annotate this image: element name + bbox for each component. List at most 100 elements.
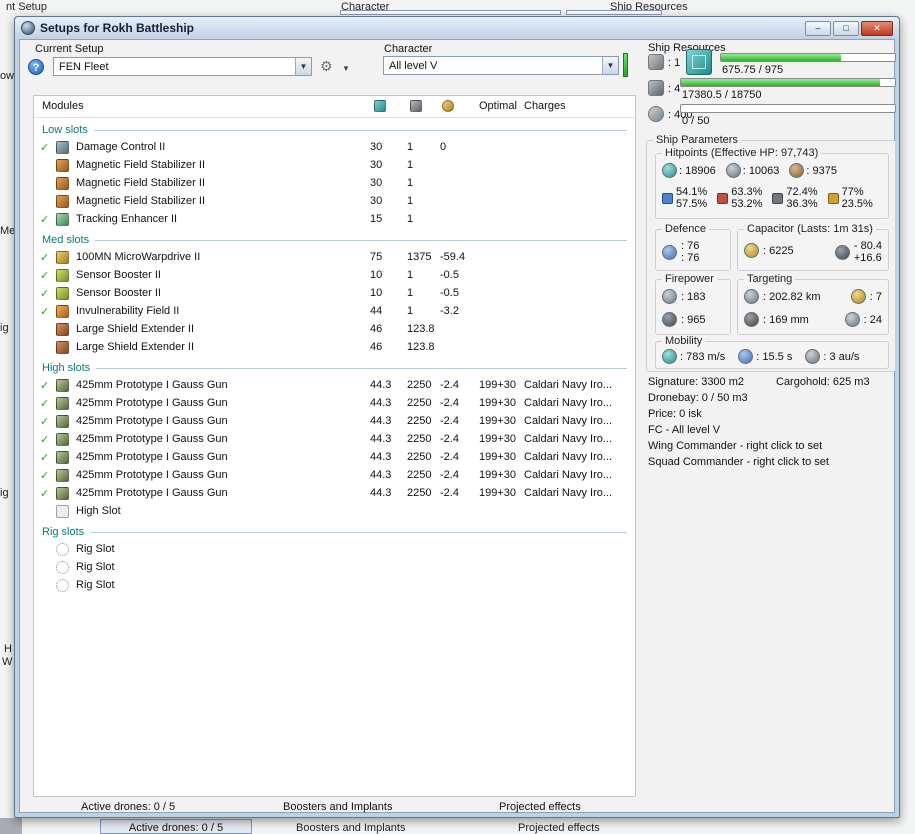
module-row[interactable]: Large Shield Extender II 46 123.8 xyxy=(34,338,635,356)
module-cpu: 44.3 xyxy=(370,415,392,427)
module-row[interactable]: ✓ 425mm Prototype I Gauss Gun 44.3 2250 -2.4… xyxy=(34,376,635,394)
module-row[interactable]: Rig Slot xyxy=(34,576,635,594)
module-cpu: 30 xyxy=(370,159,383,171)
turret-hardpoint-icon xyxy=(648,54,664,70)
chevron-down-icon[interactable]: ▼ xyxy=(295,58,311,75)
hybrid-turret-icon xyxy=(56,414,69,428)
close-button[interactable]: ✕ xyxy=(861,20,893,36)
fc-text[interactable]: FC - All level V xyxy=(648,424,720,436)
module-row[interactable]: ✓ Damage Control II 30 1 0 xyxy=(34,138,635,156)
module-powergrid: 1 xyxy=(407,141,414,153)
launcher-hardpoint-icon xyxy=(648,80,664,96)
section-title: High slots xyxy=(42,362,91,374)
hybrid-turret-icon xyxy=(56,432,69,446)
chevron-down-icon[interactable]: ▼ xyxy=(602,57,618,74)
thermal-resist-icon xyxy=(717,192,729,204)
current-setup-combobox[interactable]: FEN Fleet ▼ xyxy=(53,57,312,76)
cpu-column-icon xyxy=(374,100,386,112)
section-header-high: High slots xyxy=(34,356,635,376)
sensor-strength: : 24 xyxy=(863,313,882,326)
calibration-bar xyxy=(680,104,896,113)
module-cap-use: -0.5 xyxy=(440,287,459,299)
module-row[interactable]: Magnetic Field Stabilizer II 30 1 xyxy=(34,192,635,210)
section-rule xyxy=(93,129,627,131)
character-combobox[interactable]: All level V ▼ xyxy=(383,56,619,75)
module-cpu: 44.3 xyxy=(370,469,392,481)
module-row[interactable]: ✓ Invulnerability Field II 44 1 -3.2 xyxy=(34,302,635,320)
module-powergrid: 1 xyxy=(407,177,414,189)
module-active-check-icon: ✓ xyxy=(40,415,50,428)
module-row[interactable]: Large Shield Extender II 46 123.8 xyxy=(34,320,635,338)
powergrid-bar xyxy=(680,78,896,87)
tab-projected-effects[interactable]: Projected effects xyxy=(499,801,581,813)
module-powergrid: 2250 xyxy=(407,397,432,409)
module-row[interactable]: ✓ 425mm Prototype I Gauss Gun 44.3 2250 -2.4… xyxy=(34,394,635,412)
tab-boosters-implants[interactable]: Boosters and Implants xyxy=(283,801,392,813)
character-skill-indicator xyxy=(623,53,628,77)
module-row[interactable]: ✓ Sensor Booster II 10 1 -0.5 xyxy=(34,284,635,302)
module-powergrid: 1 xyxy=(407,305,414,317)
volley-icon xyxy=(662,312,677,327)
module-row[interactable]: ✓ 100MN MicroWarpdrive II 75 1375 -59.4 xyxy=(34,248,635,266)
module-row[interactable]: Rig Slot xyxy=(34,558,635,576)
module-row[interactable]: ✓ 425mm Prototype I Gauss Gun 44.3 2250 -2.4… xyxy=(34,466,635,484)
module-powergrid: 123.8 xyxy=(407,323,435,335)
module-optimal: 199+30 xyxy=(479,433,517,445)
bg-tab-boosters[interactable]: Boosters and Implants xyxy=(296,822,405,834)
module-row[interactable]: Magnetic Field Stabilizer II 30 1 xyxy=(34,156,635,174)
bg-fragment: Me xyxy=(0,225,16,237)
max-targets: : 7 xyxy=(869,290,882,303)
tab-active-drones[interactable]: Active drones: 0 / 5 xyxy=(81,801,175,813)
titlebar[interactable]: Setups for Rokh Battleship – □ ✕ xyxy=(15,17,899,39)
cpu-bar-label: 675.75 / 975 xyxy=(722,64,784,76)
module-row[interactable]: ✓ 425mm Prototype I Gauss Gun 44.3 2250 -2.4… xyxy=(34,412,635,430)
invulnerability-field-icon xyxy=(56,304,69,318)
firepower-dps: : 183 xyxy=(681,290,706,303)
module-row[interactable]: ✓ Tracking Enhancer II 15 1 xyxy=(34,210,635,228)
bg-tab-projected[interactable]: Projected effects xyxy=(518,822,600,834)
module-powergrid: 1 xyxy=(407,269,414,281)
section-title: Low slots xyxy=(42,124,88,136)
module-name: Large Shield Extender II xyxy=(76,341,195,353)
section-header-rig: Rig slots xyxy=(34,520,635,540)
squad-commander-text[interactable]: Squad Commander - right click to set xyxy=(648,456,829,468)
help-icon[interactable]: ? xyxy=(28,59,44,75)
module-cap-use: -2.4 xyxy=(440,379,459,391)
powergrid-column-icon xyxy=(410,100,422,112)
hybrid-turret-icon xyxy=(56,486,69,500)
module-name: Invulnerability Field II xyxy=(76,305,180,317)
module-row[interactable]: ✓ Sensor Booster II 10 1 -0.5 xyxy=(34,266,635,284)
module-row[interactable]: ✓ 425mm Prototype I Gauss Gun 44.3 2250 -2.4… xyxy=(34,430,635,448)
module-cap-use: -2.4 xyxy=(440,433,459,445)
character-value: All level V xyxy=(389,59,438,72)
shield-extender-icon xyxy=(56,340,69,354)
module-row[interactable]: Rig Slot xyxy=(34,540,635,558)
setup-tools-icon[interactable]: ⚙ xyxy=(320,58,333,75)
module-charge: Caldari Navy Iro... xyxy=(524,433,613,445)
maximize-button[interactable]: □ xyxy=(833,20,859,36)
module-optimal: 199+30 xyxy=(479,451,517,463)
modules-sections: Low slots ✓ Damage Control II 30 1 0 Magnetic … xyxy=(34,118,635,594)
app-icon xyxy=(21,21,35,35)
defence-icon xyxy=(662,244,677,260)
module-charge: Caldari Navy Iro... xyxy=(524,415,613,427)
module-cpu: 30 xyxy=(370,141,383,153)
defence-value-1: : 76 xyxy=(681,240,700,252)
hybrid-turret-icon xyxy=(56,468,69,482)
wing-commander-text[interactable]: Wing Commander - right click to set xyxy=(648,440,822,452)
module-row[interactable]: ✓ 425mm Prototype I Gauss Gun 44.3 2250 -2.4… xyxy=(34,484,635,502)
microwarpdrive-icon xyxy=(56,250,69,264)
module-cap-use: -0.5 xyxy=(440,269,459,281)
module-active-check-icon: ✓ xyxy=(40,141,50,154)
targeting-group: Targeting : 202.82 km : 7 : 169 mm: 24 xyxy=(737,273,889,335)
module-row[interactable]: High Slot xyxy=(34,502,635,520)
bg-tab-active-drones[interactable]: Active drones: 0 / 5 xyxy=(100,819,252,834)
section-rule xyxy=(96,367,627,369)
module-row[interactable]: Magnetic Field Stabilizer II 30 1 xyxy=(34,174,635,192)
module-row[interactable]: ✓ 425mm Prototype I Gauss Gun 44.3 2250 -2.4… xyxy=(34,448,635,466)
setup-tools-caret-icon[interactable]: ▼ xyxy=(342,64,350,73)
modules-header: Modules Optimal Charges xyxy=(34,96,635,118)
minimize-button[interactable]: – xyxy=(805,20,831,36)
module-powergrid: 2250 xyxy=(407,415,432,427)
calibration-bar-label: 0 / 50 xyxy=(682,115,710,127)
